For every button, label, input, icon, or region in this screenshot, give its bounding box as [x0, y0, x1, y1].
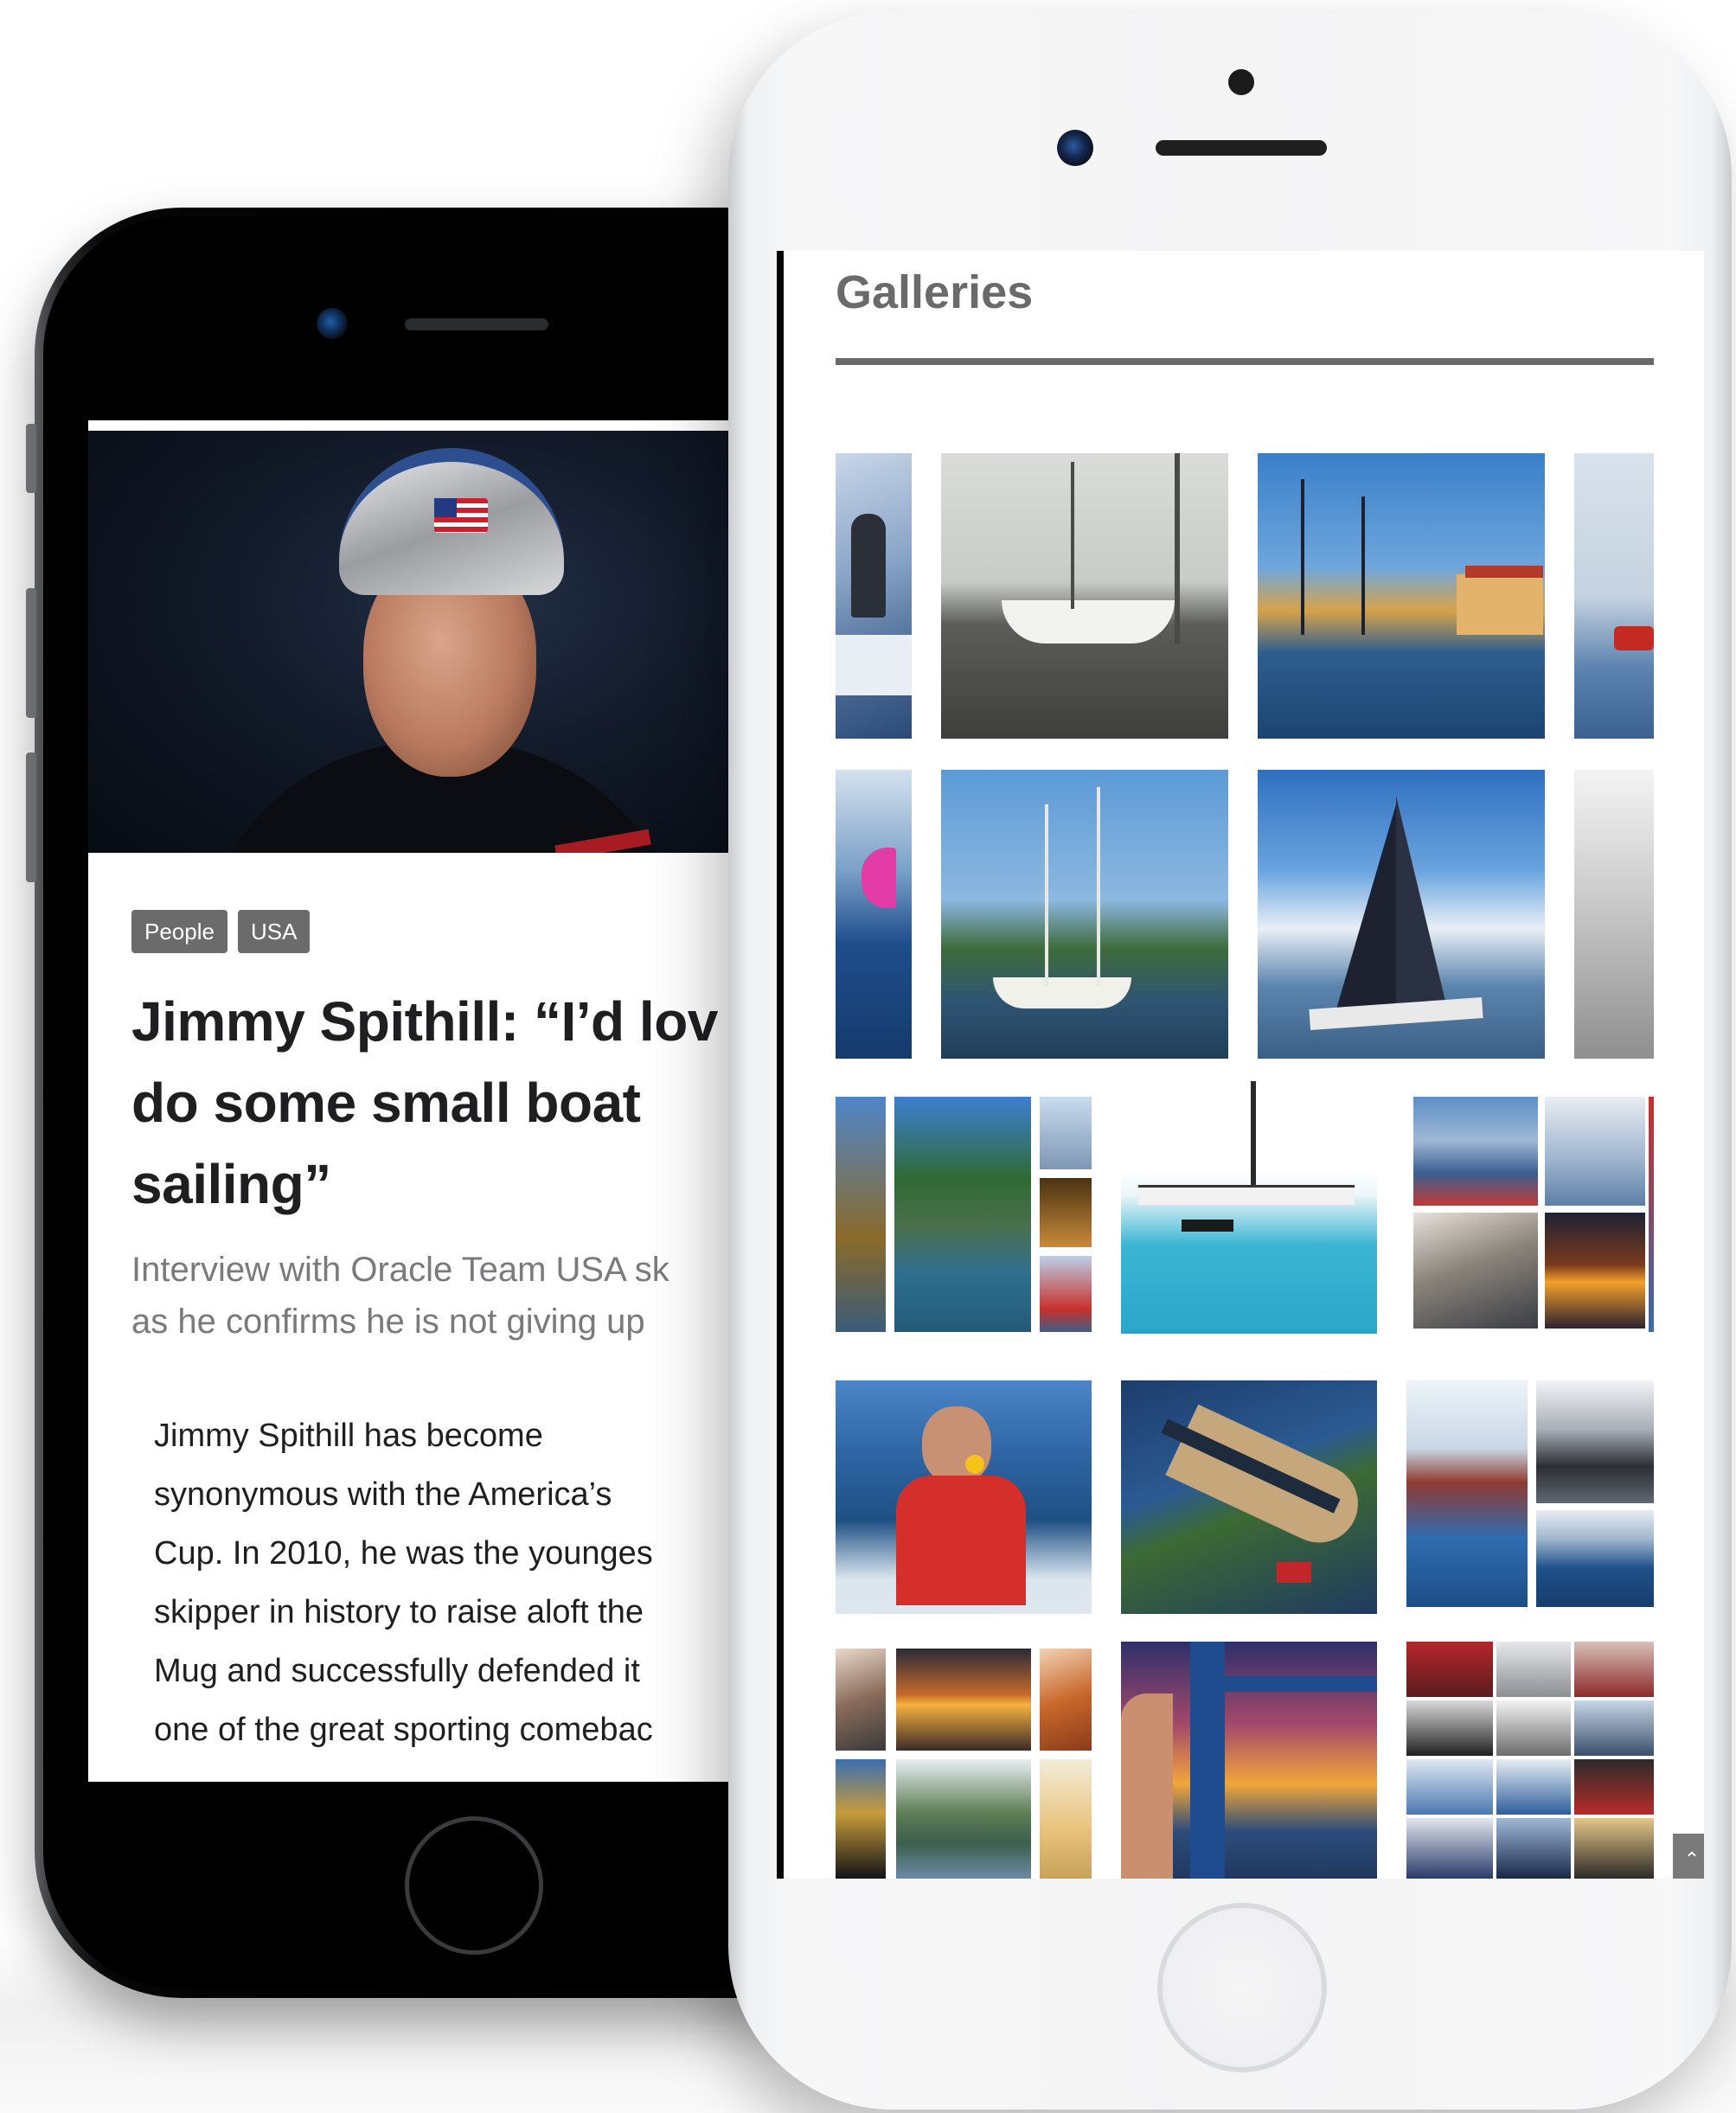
chevron-up-icon: ⌃ — [1683, 1848, 1701, 1870]
gallery-photo[interactable] — [836, 770, 912, 1059]
gallery-photo[interactable] — [836, 1097, 1092, 1332]
us-flag-icon — [434, 498, 488, 533]
front-camera-icon — [317, 308, 348, 339]
gallery-photo[interactable] — [1258, 453, 1545, 739]
gallery-photo[interactable] — [1121, 1380, 1377, 1614]
gallery-photo[interactable] — [1574, 770, 1654, 1059]
heading-divider — [836, 358, 1654, 365]
gallery-photo[interactable] — [836, 1649, 1092, 1879]
gallery-photo[interactable] — [836, 1380, 1092, 1614]
volume-up-button — [26, 588, 36, 718]
earpiece-speaker — [1156, 140, 1327, 156]
home-button[interactable] — [405, 1816, 543, 1955]
proximity-sensor — [1228, 69, 1254, 95]
galleries-heading: Galleries — [836, 266, 1034, 318]
article-screen: People USA Jimmy Spithill: “I’d lov do s… — [88, 420, 728, 1782]
gallery-photo[interactable] — [1406, 1642, 1654, 1879]
gallery-photo[interactable] — [1258, 770, 1545, 1059]
home-button[interactable] — [1157, 1903, 1327, 2072]
earpiece-speaker — [405, 318, 548, 330]
volume-down-button — [26, 752, 36, 882]
gallery-photo[interactable] — [836, 453, 912, 739]
article-body: Jimmy Spithill has become synonymous wit… — [154, 1418, 653, 1748]
scroll-to-top-button[interactable]: ⌃ — [1673, 1834, 1704, 1879]
gallery-photo[interactable] — [1406, 1380, 1654, 1607]
gallery-photo[interactable] — [1574, 453, 1654, 739]
hero-photo — [88, 431, 728, 853]
tag-usa[interactable]: USA — [237, 910, 311, 953]
tag-people[interactable]: People — [131, 910, 227, 953]
article-tags: People USA — [131, 910, 311, 953]
front-camera-icon — [1057, 130, 1093, 166]
galleries-screen: Galleries ⌃ — [777, 251, 1704, 1879]
mute-switch — [26, 424, 36, 493]
gallery-photo[interactable] — [1121, 1642, 1377, 1879]
gallery-photo[interactable] — [1121, 1081, 1377, 1334]
gallery-photo[interactable] — [941, 770, 1228, 1059]
article-subtitle: Interview with Oracle Team USA sk as he … — [131, 1251, 669, 1341]
gallery-photo[interactable] — [941, 453, 1228, 739]
gallery-photo[interactable] — [1406, 1097, 1654, 1332]
article-title: Jimmy Spithill: “I’d lov do some small b… — [131, 990, 718, 1215]
